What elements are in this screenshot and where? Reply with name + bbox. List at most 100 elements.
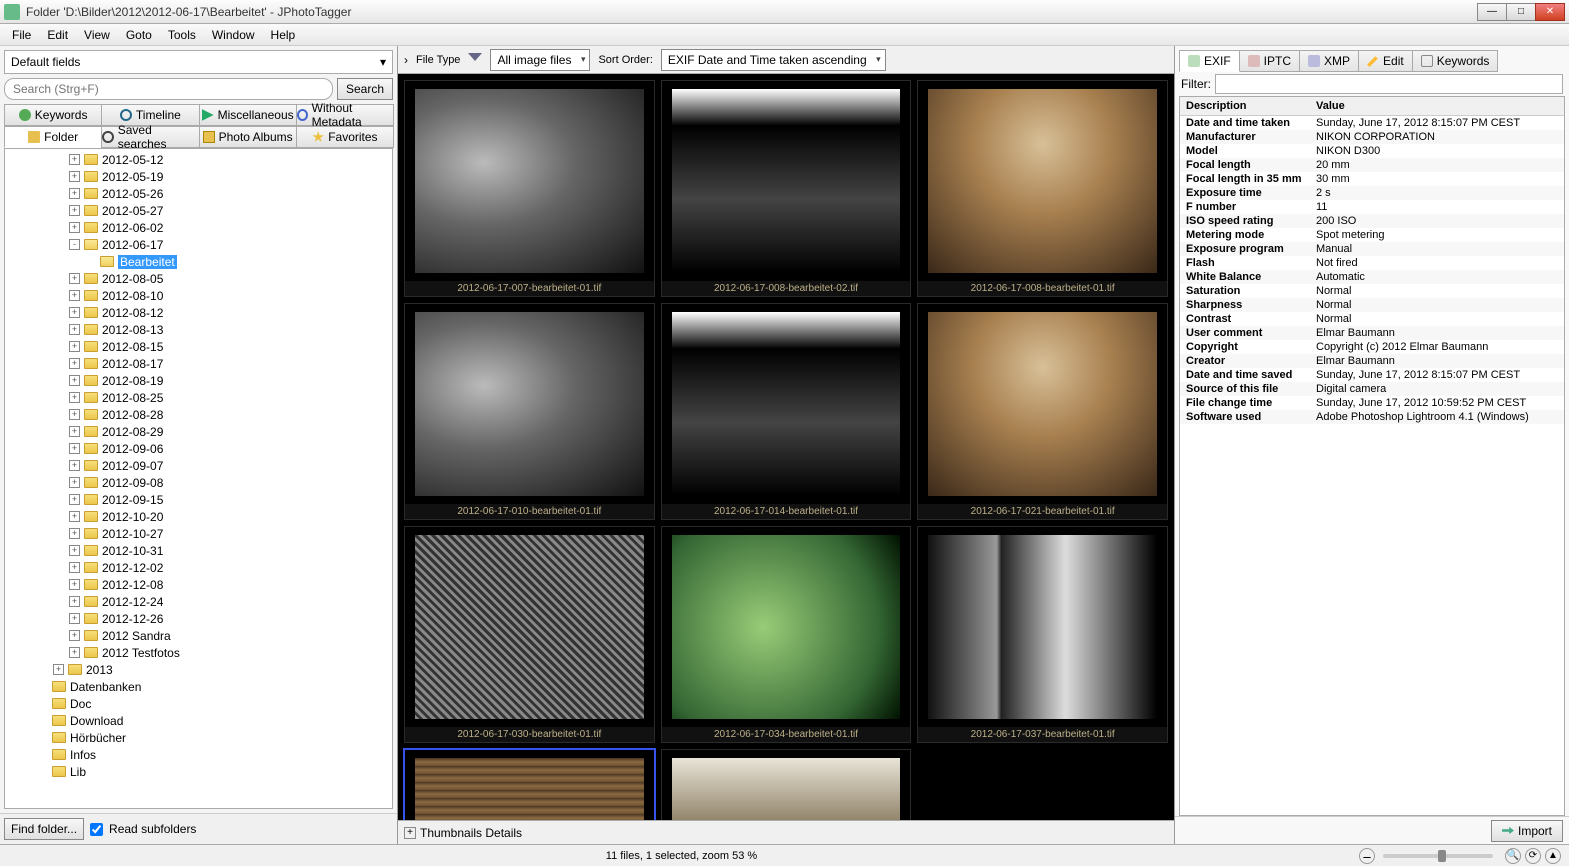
thumbnail[interactable]: 2012-06-17-007-bearbeitet-01.tif (404, 80, 655, 297)
tab-favorites[interactable]: Favorites (296, 126, 394, 148)
tree-node[interactable]: +2012-08-13 (5, 321, 392, 338)
menu-goto[interactable]: Goto (118, 26, 160, 44)
tree-node[interactable]: Hörbücher (5, 729, 392, 746)
tree-node[interactable]: +2012-10-20 (5, 508, 392, 525)
menu-file[interactable]: File (4, 26, 39, 44)
close-button[interactable]: ✕ (1535, 3, 1565, 21)
tree-node[interactable]: Infos (5, 746, 392, 763)
tree-expander-icon[interactable]: + (69, 341, 80, 352)
exif-header-value[interactable]: Value (1310, 97, 1564, 116)
exif-row[interactable]: ManufacturerNIKON CORPORATION (1180, 130, 1564, 144)
tree-node[interactable]: +2012-12-24 (5, 593, 392, 610)
exif-row[interactable]: SharpnessNormal (1180, 298, 1564, 312)
tree-expander-icon[interactable]: + (69, 392, 80, 403)
tree-node[interactable]: -2012-06-17 (5, 236, 392, 253)
exif-row[interactable]: CopyrightCopyright (c) 2012 Elmar Bauman… (1180, 340, 1564, 354)
tree-node[interactable]: Doc (5, 695, 392, 712)
tree-expander-icon[interactable]: + (69, 443, 80, 454)
menu-tools[interactable]: Tools (160, 26, 204, 44)
tree-node[interactable]: +2012-12-02 (5, 559, 392, 576)
tab-keywords[interactable]: Keywords (4, 104, 102, 126)
tree-expander-icon[interactable]: + (69, 562, 80, 573)
exif-row[interactable]: ModelNIKON D300 (1180, 144, 1564, 158)
search-input[interactable] (4, 78, 333, 100)
tree-node[interactable]: +2012-08-17 (5, 355, 392, 372)
filter-input[interactable] (1215, 74, 1563, 94)
tree-expander-icon[interactable]: + (69, 647, 80, 658)
zoom-out-icon[interactable]: ⚊ (1359, 848, 1375, 864)
tree-node[interactable]: Download (5, 712, 392, 729)
tree-node[interactable]: +2012-05-12 (5, 151, 392, 168)
exif-table[interactable]: Description Value Date and time takenSun… (1179, 96, 1565, 816)
tree-node[interactable]: +2012-08-05 (5, 270, 392, 287)
tree-node[interactable]: +2012-05-26 (5, 185, 392, 202)
tree-expander-icon[interactable]: + (69, 426, 80, 437)
expand-details-icon[interactable]: + (404, 827, 416, 839)
tree-node[interactable]: +2012-09-15 (5, 491, 392, 508)
tree-expander-icon[interactable]: + (69, 477, 80, 488)
tree-expander-icon[interactable]: + (69, 596, 80, 607)
exif-row[interactable]: FlashNot fired (1180, 256, 1564, 270)
zoom-in-icon[interactable]: 🔍 (1505, 848, 1521, 864)
exif-row[interactable]: Date and time takenSunday, June 17, 2012… (1180, 116, 1564, 131)
tree-node[interactable]: +2012-05-19 (5, 168, 392, 185)
expand-left-icon[interactable]: › (404, 53, 408, 67)
tree-expander-icon[interactable]: + (69, 375, 80, 386)
tab-without-metadata[interactable]: Without Metadata (296, 104, 394, 126)
thumbnail[interactable]: 2012-06-17-043-bearbeitet-01.tif (661, 749, 912, 820)
tree-expander-icon[interactable]: + (69, 205, 80, 216)
tree-expander-icon[interactable]: + (69, 460, 80, 471)
tree-expander-icon[interactable]: + (69, 545, 80, 556)
thumbnail[interactable]: 2012-06-17-014-bearbeitet-01.tif (661, 303, 912, 520)
tree-node[interactable]: +2012-08-12 (5, 304, 392, 321)
tree-expander-icon[interactable]: + (69, 290, 80, 301)
tree-node[interactable]: Lib (5, 763, 392, 780)
tree-node[interactable]: +2012-08-29 (5, 423, 392, 440)
exif-row[interactable]: Source of this fileDigital camera (1180, 382, 1564, 396)
thumbnail[interactable]: 2012-06-17-010-bearbeitet-01.tif (404, 303, 655, 520)
exif-row[interactable]: Date and time savedSunday, June 17, 2012… (1180, 368, 1564, 382)
tree-node[interactable]: +2012-09-07 (5, 457, 392, 474)
tree-node[interactable]: +2012-08-28 (5, 406, 392, 423)
thumbnails-area[interactable]: 2012-06-17-007-bearbeitet-01.tif2012-06-… (398, 74, 1174, 820)
thumbnail[interactable]: 2012-06-17-008-bearbeitet-01.tif (917, 80, 1168, 297)
tree-expander-icon[interactable]: + (69, 307, 80, 318)
tree-expander-icon[interactable]: + (69, 528, 80, 539)
tree-node[interactable]: +2012-09-06 (5, 440, 392, 457)
tree-node[interactable]: +2012 Testfotos (5, 644, 392, 661)
exif-row[interactable]: Metering modeSpot metering (1180, 228, 1564, 242)
menu-view[interactable]: View (76, 26, 118, 44)
tree-expander-icon[interactable]: + (69, 324, 80, 335)
search-button[interactable]: Search (337, 78, 393, 100)
exif-row[interactable]: ISO speed rating200 ISO (1180, 214, 1564, 228)
zoom-slider[interactable] (1383, 854, 1493, 858)
tree-expander-icon[interactable]: + (69, 171, 80, 182)
tab-miscellaneous[interactable]: Miscellaneous (199, 104, 297, 126)
tree-expander-icon[interactable]: + (69, 273, 80, 284)
exif-row[interactable]: Focal length20 mm (1180, 158, 1564, 172)
exif-row[interactable]: Exposure time2 s (1180, 186, 1564, 200)
exif-row[interactable]: User commentElmar Baumann (1180, 326, 1564, 340)
minimize-button[interactable]: — (1477, 3, 1507, 21)
file-type-dropdown[interactable]: All image files (490, 49, 590, 71)
maximize-button[interactable]: □ (1506, 3, 1536, 21)
exif-row[interactable]: ContrastNormal (1180, 312, 1564, 326)
fieldset-dropdown[interactable]: Default fields ▾ (4, 50, 393, 74)
thumbnail[interactable]: 2012-06-17-008-bearbeitet-02.tif (661, 80, 912, 297)
sort-order-dropdown[interactable]: EXIF Date and Time taken ascending (661, 49, 886, 71)
tree-node[interactable]: +2012-06-02 (5, 219, 392, 236)
tab-photo-albums[interactable]: Photo Albums (199, 126, 297, 148)
exif-row[interactable]: White BalanceAutomatic (1180, 270, 1564, 284)
tree-node[interactable]: +2012-10-27 (5, 525, 392, 542)
thumbnail[interactable]: 2012-06-17-034-bearbeitet-01.tif (661, 526, 912, 743)
exif-row[interactable]: File change timeSunday, June 17, 2012 10… (1180, 396, 1564, 410)
tree-expander-icon[interactable]: + (69, 154, 80, 165)
menu-edit[interactable]: Edit (39, 26, 76, 44)
menu-help[interactable]: Help (263, 26, 304, 44)
tree-node[interactable]: +2012-08-15 (5, 338, 392, 355)
tree-node[interactable]: +2013 (5, 661, 392, 678)
right-tab-exif[interactable]: EXIF (1179, 50, 1240, 72)
tree-expander-icon[interactable]: + (69, 358, 80, 369)
tree-expander-icon[interactable]: + (69, 494, 80, 505)
tree-node[interactable]: +2012-12-26 (5, 610, 392, 627)
